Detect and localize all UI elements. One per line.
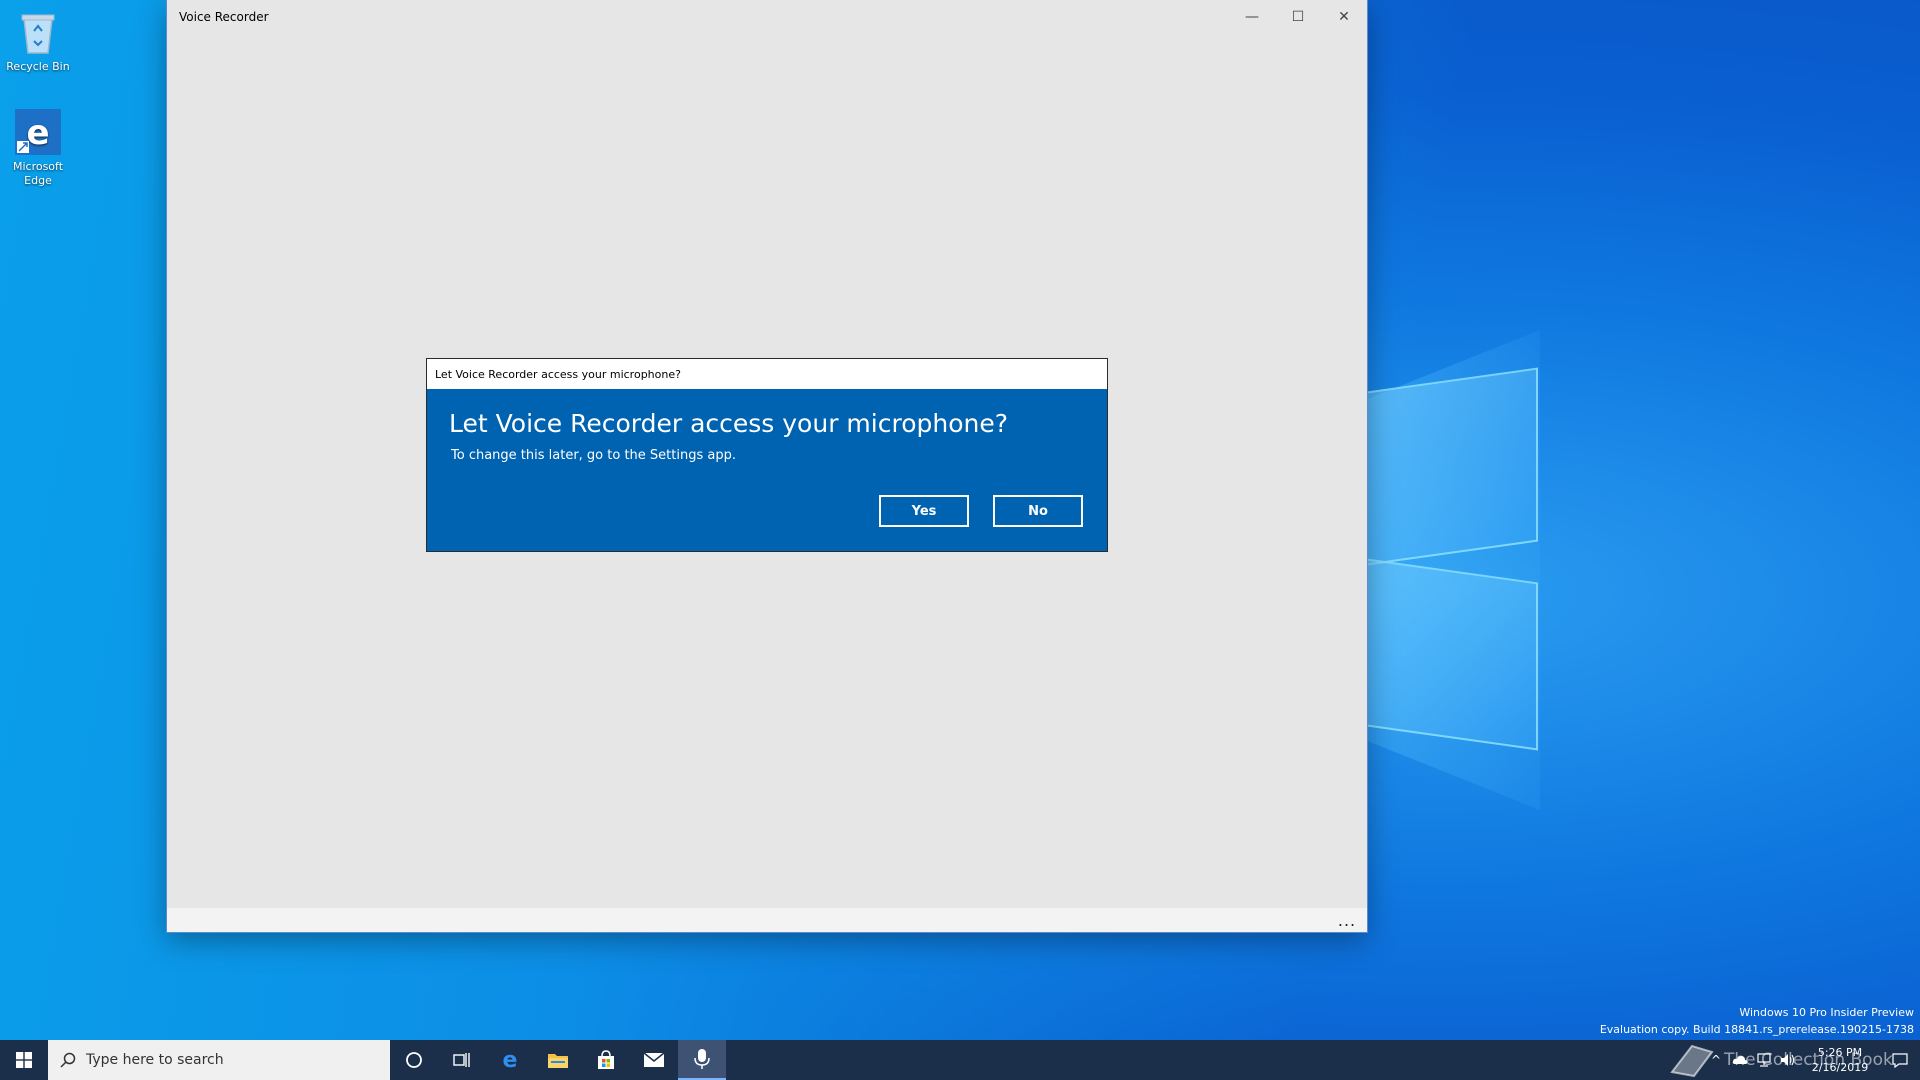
ellipsis-icon: ... <box>1337 910 1357 930</box>
dialog-buttons: Yes No <box>879 495 1083 527</box>
edge-icon: e <box>503 1049 518 1071</box>
book-logo-icon <box>1670 1044 1714 1078</box>
dialog-heading: Let Voice Recorder access your microphon… <box>449 409 1008 438</box>
brand-text: The Collection Book <box>1724 1050 1893 1070</box>
folder-icon <box>548 1054 568 1068</box>
no-button[interactable]: No <box>993 495 1083 527</box>
edge-icon: e <box>14 108 62 156</box>
desktop-icon-microsoft-edge[interactable]: e Microsoft Edge <box>0 108 76 188</box>
dialog-titlebar: Let Voice Recorder access your microphon… <box>427 359 1107 389</box>
cortana-button[interactable] <box>390 1040 438 1080</box>
taskbar-voice-recorder-button[interactable] <box>678 1040 726 1080</box>
search-placeholder: Type here to search <box>86 1052 224 1068</box>
dialog-titlebar-text: Let Voice Recorder access your microphon… <box>435 367 681 381</box>
close-icon: ✕ <box>1338 9 1350 25</box>
wallpaper-windows-logo <box>1360 367 1560 751</box>
taskbar-mail-button[interactable] <box>630 1040 678 1080</box>
minimize-button[interactable]: — <box>1229 0 1275 34</box>
desktop-icon-label: Recycle Bin <box>6 60 70 73</box>
yes-button[interactable]: Yes <box>879 495 969 527</box>
dialog-subtext: To change this later, go to the Settings… <box>451 448 736 463</box>
mail-icon <box>643 1052 665 1067</box>
desktop-icon-recycle-bin[interactable]: Recycle Bin <box>0 8 76 74</box>
watermark-line-2: Evaluation copy. Build 18841.rs_prerelea… <box>1599 1023 1914 1036</box>
close-button[interactable]: ✕ <box>1321 0 1367 34</box>
taskbar: Type here to search e ^ 5:26 PM 2/16/201… <box>0 1040 1920 1080</box>
app-command-bar: ... <box>167 908 1367 932</box>
store-bag-icon <box>598 1050 614 1069</box>
window-title: Voice Recorder <box>179 10 269 24</box>
watermark-line-1: Windows 10 Pro Insider Preview <box>1739 1006 1914 1019</box>
build-watermark: Windows 10 Pro Insider Preview Evaluatio… <box>1600 1004 1914 1038</box>
windows-start-icon <box>16 1052 32 1068</box>
desktop-icon-label: Microsoft Edge <box>12 160 64 187</box>
notification-icon <box>1892 1053 1908 1068</box>
brand-watermark: The Collection Book <box>1668 1040 1893 1080</box>
cortana-circle-icon <box>406 1052 422 1068</box>
maximize-icon: ☐ <box>1291 9 1305 25</box>
svg-text:e: e <box>26 113 49 153</box>
task-view-button[interactable] <box>438 1040 486 1080</box>
search-icon <box>60 1052 76 1068</box>
taskbar-file-explorer-button[interactable] <box>534 1040 582 1080</box>
taskbar-search-box[interactable]: Type here to search <box>48 1040 390 1080</box>
maximize-button[interactable]: ☐ <box>1275 0 1321 34</box>
svg-text:e: e <box>503 1049 518 1071</box>
microphone-icon <box>694 1049 710 1069</box>
task-view-icon <box>453 1053 470 1067</box>
more-options-button[interactable]: ... <box>1327 908 1367 932</box>
window-titlebar[interactable]: Voice Recorder — ☐ ✕ <box>167 0 1367 34</box>
taskbar-store-button[interactable] <box>582 1040 630 1080</box>
taskbar-edge-button[interactable]: e <box>486 1040 534 1080</box>
microphone-permission-dialog: Let Voice Recorder access your microphon… <box>427 359 1107 551</box>
recycle-bin-icon <box>14 8 62 56</box>
minimize-icon: — <box>1245 9 1259 25</box>
start-button[interactable] <box>0 1040 48 1080</box>
